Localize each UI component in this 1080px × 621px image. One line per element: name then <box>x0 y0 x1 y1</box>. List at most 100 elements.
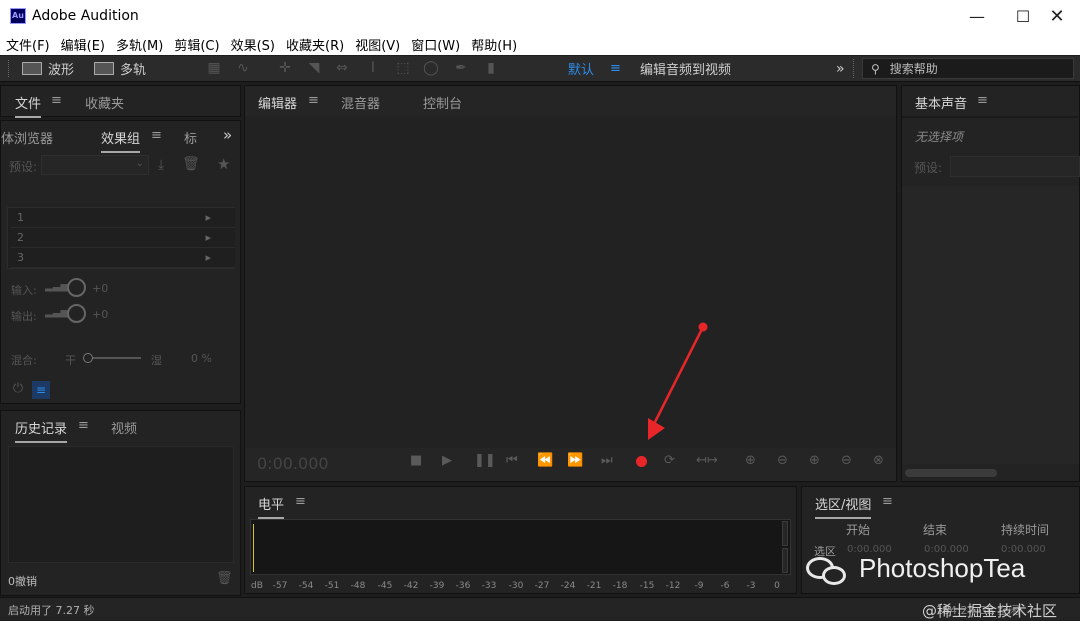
menu-file[interactable]: 文件(F) <box>6 35 50 54</box>
level-tick: -15 <box>639 581 655 591</box>
essential-sound-menu-icon[interactable]: ≡ <box>977 93 988 108</box>
close-button[interactable]: ✕ <box>1034 0 1080 33</box>
power-icon[interactable]: ⏻ <box>9 381 27 399</box>
panel-overflow-icon[interactable]: » <box>223 126 232 144</box>
record-button[interactable] <box>636 456 647 467</box>
workspace-edit-video-tab[interactable]: 编辑音频到视频 <box>640 58 731 79</box>
workspace-default-tab[interactable]: 默认 ≡ <box>568 58 621 79</box>
minimize-button[interactable]: — <box>954 0 1000 33</box>
menu-window[interactable]: 窗口(W) <box>411 35 460 54</box>
pause-icon[interactable]: ❚❚ <box>474 453 496 468</box>
delete-history-icon[interactable]: 🗑 <box>216 571 233 586</box>
input-value: +0 <box>92 282 109 295</box>
brush-tool-icon[interactable]: ✒ <box>452 59 470 77</box>
effect-slot-row[interactable]: 3 ▸ <box>11 248 235 268</box>
zoom-in-amplitude-icon[interactable]: ⊕ <box>745 453 756 468</box>
slip-tool-icon[interactable]: ⇔ <box>333 59 351 77</box>
editor-panel: 编辑器 ≡ 混音器 控制台 0:00.000 <box>244 85 897 482</box>
delete-preset-icon[interactable]: 🗑 <box>182 156 200 172</box>
effect-slot-row[interactable]: 1 ▸ <box>11 208 235 228</box>
history-panel: 历史记录 ≡ 视频 0撤销 🗑 <box>0 410 241 596</box>
stop-icon[interactable]: ■ <box>410 453 422 468</box>
level-panel-menu-icon[interactable]: ≡ <box>295 494 306 509</box>
lasso-tool-icon[interactable]: ◯ <box>422 59 440 77</box>
go-to-end-icon[interactable]: ⏭ <box>601 453 613 468</box>
go-to-start-icon[interactable]: ⏮ <box>506 453 518 468</box>
mix-slider-handle[interactable] <box>83 353 93 363</box>
horizontal-scrollbar[interactable] <box>905 469 997 477</box>
tab-editor[interactable]: 编辑器 <box>258 93 298 118</box>
rewind-icon[interactable]: ⏪ <box>537 453 553 468</box>
tab-history[interactable]: 历史记录 <box>15 418 68 443</box>
workspace-default-label: 默认 <box>568 63 595 78</box>
favorite-star-icon[interactable]: ★ <box>217 155 230 173</box>
spot-healing-icon[interactable]: ▮ <box>482 59 500 77</box>
tab-video[interactable]: 视频 <box>111 418 137 437</box>
workspace-overflow-icon[interactable]: » <box>836 58 845 79</box>
time-selection-tool-icon[interactable]: I <box>364 59 382 77</box>
zoom-out-amplitude-icon[interactable]: ⊖ <box>777 453 788 468</box>
skip-selection-icon[interactable]: ↤↦ <box>696 453 718 468</box>
essential-preset-dropdown[interactable] <box>950 156 1080 177</box>
workspace-menu-icon[interactable]: ≡ <box>610 61 621 76</box>
history-list <box>8 446 234 563</box>
effects-panel-menu-icon[interactable]: ≡ <box>151 128 162 143</box>
preset-dropdown[interactable]: ⌄ <box>41 155 149 175</box>
wet-label: 湿 <box>151 354 162 367</box>
multitrack-label: 多轨 <box>120 63 147 78</box>
tab-media-browser[interactable]: 体浏览器 <box>1 128 53 147</box>
tab-files[interactable]: 文件 <box>15 93 42 118</box>
history-panel-menu-icon[interactable]: ≡ <box>78 418 89 433</box>
move-tool-icon[interactable]: ✛ <box>276 59 294 77</box>
list-view-icon[interactable]: ≡ <box>32 381 50 399</box>
menu-multitrack[interactable]: 多轨(M) <box>116 35 163 54</box>
panel-divider <box>902 116 1079 118</box>
input-knob[interactable] <box>67 278 86 297</box>
level-tick: dB <box>251 581 263 591</box>
preset-label: 预设: <box>9 160 38 174</box>
column-end: 结束 <box>923 523 948 537</box>
loop-playback-icon[interactable]: ⟳ <box>664 453 675 468</box>
menu-bar: 文件(F) 编辑(E) 多轨(M) 剪辑(C) 效果(S) 收藏夹(R) 视图(… <box>0 33 1080 55</box>
menu-clip[interactable]: 剪辑(C) <box>174 35 219 54</box>
output-knob[interactable] <box>67 304 86 323</box>
level-meter-area <box>250 519 791 575</box>
fast-forward-icon[interactable]: ⏩ <box>567 453 583 468</box>
mix-slider[interactable] <box>85 357 141 359</box>
editor-canvas[interactable] <box>245 116 896 448</box>
pitch-display-icon[interactable]: ∿ <box>234 59 252 77</box>
files-panel-menu-icon[interactable]: ≡ <box>51 93 62 108</box>
menu-favorites[interactable]: 收藏夹(R) <box>286 35 344 54</box>
tab-favorites[interactable]: 收藏夹 <box>85 93 124 112</box>
multitrack-button[interactable]: 多轨 <box>94 58 146 79</box>
menu-edit[interactable]: 编辑(E) <box>61 35 105 54</box>
spectral-display-icon[interactable]: ▦ <box>205 59 223 77</box>
razor-tool-icon[interactable]: ◥ <box>305 59 323 77</box>
zoom-full-icon[interactable]: ⊗ <box>873 453 884 468</box>
search-help-input[interactable]: ⚲ 搜索帮助 <box>862 58 1074 79</box>
zoom-out-time-icon[interactable]: ⊖ <box>841 453 852 468</box>
editor-panel-menu-icon[interactable]: ≡ <box>308 93 319 108</box>
save-preset-icon[interactable]: ⤓ <box>158 157 164 173</box>
chevron-right-icon: ▸ <box>205 211 211 224</box>
level-meter-cursor <box>253 524 254 572</box>
waveform-button[interactable]: 波形 <box>22 58 74 79</box>
selection-view-menu-icon[interactable]: ≡ <box>882 494 893 509</box>
menu-effects[interactable]: 效果(S) <box>231 35 275 54</box>
zoom-in-time-icon[interactable]: ⊕ <box>809 453 820 468</box>
play-icon[interactable]: ▶ <box>442 453 452 468</box>
tab-mixer[interactable]: 混音器 <box>341 93 380 112</box>
slot-number: 3 <box>17 251 24 264</box>
menu-help[interactable]: 帮助(H) <box>471 35 517 54</box>
effect-slot-row[interactable]: 2 ▸ <box>11 228 235 248</box>
toolbar: 波形 多轨 ▦ ∿ ✛ ◥ ⇔ I ⬚ ◯ ✒ ▮ 默认 ≡ 编辑音频到视频 »… <box>0 56 1080 82</box>
status-bar: 启动用了 7.27 秒 184.27 GB 空闲 @稀土掘金技术社区 <box>0 597 1080 620</box>
menu-view[interactable]: 视图(V) <box>355 35 400 54</box>
wechat-logo <box>806 555 852 587</box>
search-icon: ⚲ <box>871 61 880 76</box>
tab-effects-rack[interactable]: 效果组 <box>101 128 141 153</box>
tab-console[interactable]: 控制台 <box>423 93 462 112</box>
marquee-tool-icon[interactable]: ⬚ <box>394 59 412 77</box>
essential-sound-title: 基本声音 <box>915 93 968 118</box>
tab-markers[interactable]: 标 <box>184 128 197 147</box>
